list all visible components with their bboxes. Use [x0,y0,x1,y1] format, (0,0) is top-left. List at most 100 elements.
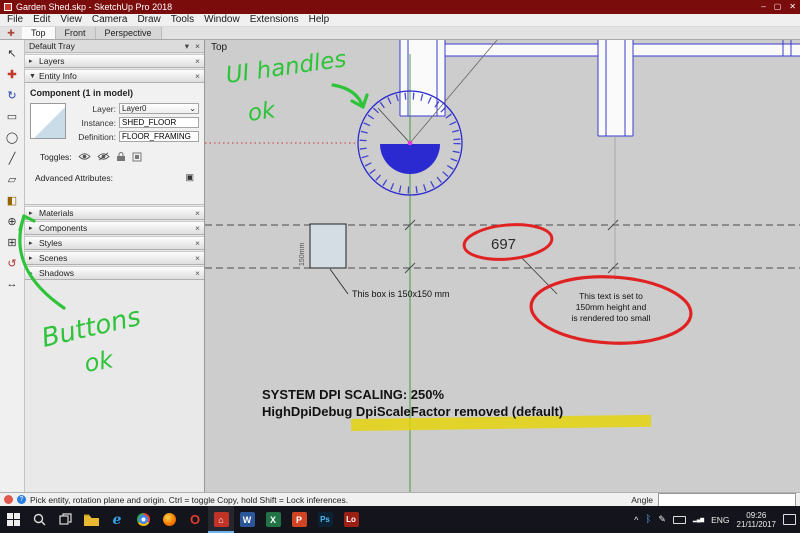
measurement-input[interactable] [658,492,796,507]
start-button[interactable] [0,506,26,533]
chevron-down-icon: ⌄ [189,104,196,113]
scene-tab-front[interactable]: Front [55,27,96,39]
action-center-icon[interactable] [783,514,796,525]
dimension-150mm-label: 150mm [299,242,306,266]
rotate-tool-icon[interactable]: ↻ [3,87,21,103]
panel-shadows[interactable]: ▸ Shadows × [25,266,204,280]
panel-close-icon[interactable]: × [195,238,200,248]
clock[interactable]: 09:26 21/11/2017 [737,511,776,529]
panel-entity-info-label: Entity Info [39,71,77,81]
box-150[interactable] [309,223,347,269]
bluetooth-icon[interactable]: ᛒ [645,514,651,525]
panel-styles[interactable]: ▸ Styles × [25,236,204,250]
geolocation-icon[interactable] [4,495,13,504]
visible-eye-icon[interactable] [78,152,91,161]
menu-edit[interactable]: Edit [28,14,55,26]
close-button[interactable]: ✕ [789,0,796,14]
line-tool-icon[interactable]: ╱ [3,150,21,166]
orbit-tool-icon[interactable]: ↺ [3,255,21,271]
toolbar-handle-icon[interactable]: ✚ [0,27,22,39]
pan-tool-icon[interactable]: ↔ [3,276,21,292]
firefox-button[interactable] [156,506,182,533]
panel-close-icon[interactable]: × [195,208,200,218]
panel-close-icon[interactable]: × [195,268,200,278]
window-title: Garden Shed.skp - SketchUp Pro 2018 [16,2,173,12]
maximize-button[interactable]: ▢ [774,0,782,14]
language-indicator[interactable]: ENG [711,515,729,525]
minimize-button[interactable]: – [761,0,765,14]
edge-button[interactable]: e [104,506,130,533]
help-icon[interactable]: ? [17,495,26,504]
note-leader-line [519,255,558,295]
menu-extensions[interactable]: Extensions [245,14,304,26]
chrome-button[interactable] [130,506,156,533]
rectangle-tool-icon[interactable]: ▭ [3,108,21,124]
hidden-eye-icon[interactable] [97,152,110,161]
tray-close-icon[interactable]: × [195,41,200,52]
panel-scenes[interactable]: ▸ Scenes × [25,251,204,265]
tray-expand-icon[interactable]: ^ [634,515,638,525]
opera-button[interactable]: O [182,506,208,533]
lock-icon[interactable] [116,151,126,162]
layer-select[interactable]: Layer0 ⌄ [119,103,199,114]
powerpoint-button[interactable]: P [286,506,312,533]
definition-field[interactable] [119,131,199,142]
menu-draw[interactable]: Draw [132,14,165,26]
paint-tool-icon[interactable]: ◧ [3,192,21,208]
model-canvas[interactable]: 150mm This box is 150x150 mm 697 This te… [205,40,800,492]
search-button[interactable] [26,506,52,533]
panel-entity-info[interactable]: ▼ Entity Info × [25,69,204,83]
zoom-tool-icon[interactable]: ⊕ [3,213,21,229]
attributes-icon[interactable]: ▣ [185,172,194,183]
small-text-note: This text is set to 150mm height and is … [572,291,651,323]
menu-window[interactable]: Window [199,14,245,26]
task-view-button[interactable] [52,506,78,533]
scene-tab-perspective[interactable]: Perspective [95,27,162,39]
panel-materials[interactable]: ▸ Materials × [25,206,204,220]
advanced-attributes-label[interactable]: Advanced Attributes: [35,173,113,183]
battery-icon[interactable] [672,515,686,524]
sketchup-taskbar-button[interactable]: ⌂ [208,506,234,533]
panel-layers[interactable]: ▸ Layers × [25,54,204,68]
menu-tools[interactable]: Tools [166,14,199,26]
pen-icon[interactable]: ✎ [658,514,666,525]
menu-file[interactable]: File [2,14,28,26]
dpi-caption-line2: HighDpiDebug DpiScaleFactor removed (def… [262,404,563,419]
panel-styles-label: Styles [39,238,63,248]
panel-components[interactable]: ▸ Components × [25,221,204,235]
tray-pin-icon[interactable]: ▾ [185,41,189,52]
chevron-right-icon: ▸ [29,58,33,65]
layout-button[interactable]: Lo [338,506,364,533]
panel-close-icon[interactable]: × [195,253,200,263]
opera-icon: O [189,512,201,527]
move-tool-icon[interactable]: ✚ [3,66,21,82]
eraser-tool-icon[interactable]: ▱ [3,171,21,187]
photoshop-button[interactable]: Ps [312,506,338,533]
panel-close-icon[interactable]: × [195,71,200,81]
menu-view[interactable]: View [55,14,87,26]
sketchup-window: Garden Shed.skp - SketchUp Pro 2018 – ▢ … [0,0,800,533]
network-icon[interactable]: ▂▄▆ [693,517,704,523]
tray-title: Default Tray [29,41,75,51]
select-tool-icon[interactable]: ↖ [3,45,21,61]
panel-close-icon[interactable]: × [195,56,200,66]
circle-tool-icon[interactable]: ◯ [3,129,21,145]
task-view-icon [58,513,72,525]
scene-tab-top[interactable]: Top [22,27,56,39]
zoom-extents-tool-icon[interactable]: ⊞ [3,234,21,250]
menu-help[interactable]: Help [304,14,335,26]
chevron-right-icon: ▸ [29,225,33,232]
word-button[interactable]: W [234,506,260,533]
scene-tabs-row: ✚ Top Front Perspective [0,27,800,40]
clock-date: 21/11/2017 [736,519,776,529]
file-explorer-button[interactable] [78,506,104,533]
panel-layers-label: Layers [39,56,65,66]
menu-camera[interactable]: Camera [87,14,133,26]
instance-field[interactable] [119,117,199,128]
model-viewport[interactable]: Top 150mm This box is 150x150 mm 697 Thi… [205,40,800,492]
chevron-right-icon: ▸ [29,255,33,262]
shadow-toggle-icon[interactable] [132,152,142,162]
measurement-label: Angle [631,494,653,505]
excel-button[interactable]: X [260,506,286,533]
panel-close-icon[interactable]: × [195,223,200,233]
